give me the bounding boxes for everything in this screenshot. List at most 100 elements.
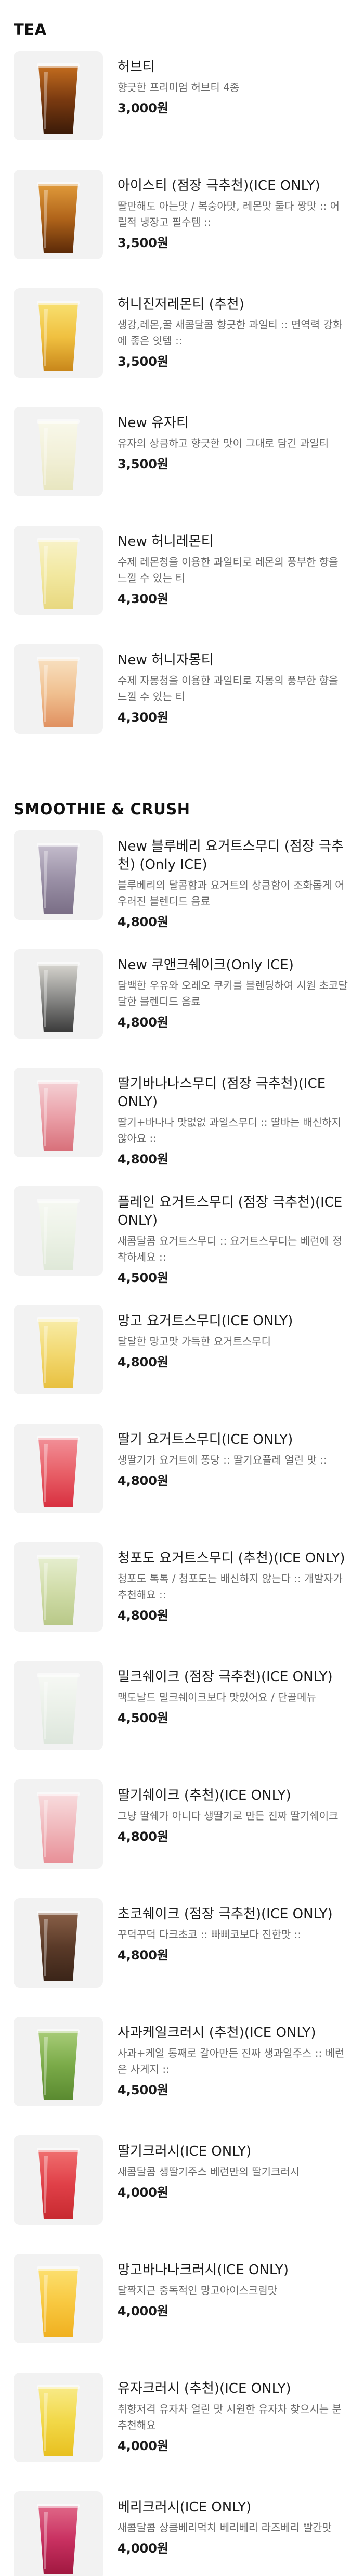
menu-item-name: 딸기바나나스무디 (점장 극추천)(ICE ONLY): [118, 1076, 326, 1110]
honey-grapefruit-tea-icon: [14, 644, 103, 734]
menu-item-info: 딸기쉐이크 (추천)(ICE ONLY) 그냥 딸쉐가 아니다 생딸기로 만든 진…: [118, 1779, 348, 1845]
menu-item[interactable]: 망고 요거트스무디(ICE ONLY) 달달한 망고맛 가득한 요거트스무디 4,8…: [0, 1299, 364, 1417]
cup-rim: [37, 1555, 80, 1559]
menu-item-info: 허니진저레몬티 (추천) 생강,레몬,꿀 새콤달콤 향긋한 과일티 :: 면역력 …: [118, 288, 348, 370]
menu-item-name: 딸기쉐이크 (추천)(ICE ONLY): [118, 1788, 291, 1803]
menu-item-name: New 블루베리 요거트스무디 (점장 극추천) (Only ICE): [118, 839, 344, 873]
menu-item-description: 수제 레몬청을 이용한 과일티로 레몬의 풍부한 향을 느낄 수 있는 티: [118, 556, 339, 584]
menu-item[interactable]: 아이스티 (점장 극추천)(ICE ONLY) 딸만해도 아는맛 / 복숭아맛, …: [0, 163, 364, 282]
menu-item-info: 딸기바나나스무디 (점장 극추천)(ICE ONLY) 딸기+바나나 맛없없 과일…: [118, 1068, 348, 1168]
menu-item-price: 4,300원: [118, 592, 168, 606]
menu-item-info: 사과케일크러시 (추천)(ICE ONLY) 사과+케일 통째로 갈아만든 진짜 …: [118, 2017, 348, 2098]
menu-item[interactable]: New 허니자몽티수제 자몽청을 이용한 과일티로 자몽의 풍부한 향을 느낄 …: [0, 638, 364, 757]
strawberry-yogurt-smoothie-icon: [14, 1424, 103, 1513]
menu-item-price: 4,800원: [118, 1948, 168, 1963]
section-header: SMOOTHIE & CRUSH: [0, 779, 364, 824]
menu-item[interactable]: 허브티 향긋한 프리미엄 허브티 4종 3,000원: [0, 45, 364, 163]
cup-rim: [37, 2266, 80, 2271]
strawberry-crush-icon: [14, 2135, 103, 2225]
menu-item-description: 수제 자몽청을 이용한 과일티로 자몽의 풍부한 향을 느낄 수 있는 티: [118, 674, 339, 703]
menu-item[interactable]: 딸기 요거트스무디(ICE ONLY)생딸기가 요거트에 퐁당 :: 딸기요플레…: [0, 1417, 364, 1536]
menu-item-description: 꾸덕꾸덕 다크초코 :: 빠삐코보다 진한맛 ::: [118, 1928, 302, 1941]
menu-item-info: 아이스티 (점장 극추천)(ICE ONLY) 딸만해도 아는맛 / 복숭아맛, …: [118, 170, 348, 251]
cup-rim: [37, 2504, 80, 2508]
menu-item-price: 4,500원: [118, 1271, 168, 1285]
menu-item-description: 맥도날드 밀크쉐이크보다 맛있어요 / 단골메뉴: [118, 1691, 316, 1703]
menu-item-info: 망고 요거트스무디(ICE ONLY) 달달한 망고맛 가득한 요거트스무디 4,8…: [118, 1305, 348, 1370]
menu-item-price: 3,500원: [118, 354, 168, 369]
menu-item[interactable]: 딸기바나나스무디 (점장 극추천)(ICE ONLY) 딸기+바나나 맛없없 과일…: [0, 1061, 364, 1180]
menu-item[interactable]: 유자크러시 (추천)(ICE ONLY) 취향저격 유자차 얼린 맛 시원한 유자…: [0, 2366, 364, 2485]
menu-item[interactable]: New 유자티 유자의 상큼하고 향긋한 맛이 그대로 담긴 과일티 3,500원: [0, 401, 364, 519]
cup-rim: [37, 962, 80, 966]
menu-item[interactable]: 사과케일크러시 (추천)(ICE ONLY) 사과+케일 통째로 갈아만든 진짜 …: [0, 2010, 364, 2129]
menu-item-info: New 쿠앤크쉐이크(Only ICE) 담백한 우유와 오레오 쿠키를 블렌딩하…: [118, 949, 348, 1031]
menu-item[interactable]: 초코쉐이크 (점장 극추천)(ICE ONLY) 꾸덕꾸덕 다크초코 :: 빠삐코…: [0, 1892, 364, 2010]
menu-item-description: 향긋한 프리미엄 허브티 4종: [118, 81, 240, 94]
menu-item[interactable]: New 쿠앤크쉐이크(Only ICE) 담백한 우유와 오레오 쿠키를 블렌딩하…: [0, 943, 364, 1061]
menu-item-info: New 허니자몽티수제 자몽청을 이용한 과일티로 자몽의 풍부한 향을 느낄 …: [118, 644, 348, 726]
cup-rim: [37, 1911, 80, 1915]
menu-item-name: 딸기 요거트스무디(ICE ONLY): [118, 1432, 293, 1447]
cup-rim: [37, 843, 80, 847]
section-title: TEA: [14, 21, 47, 39]
menu-item[interactable]: 딸기크러시(ICE ONLY) 새콤달콤 생딸기주스 베런만의 딸기크러시 4,00…: [0, 2129, 364, 2248]
menu-item-info: 딸기크러시(ICE ONLY) 새콤달콤 생딸기주스 베런만의 딸기크러시 4,00…: [118, 2135, 348, 2201]
yuja-crush-icon: [14, 2373, 103, 2462]
menu-item-price: 3,500원: [118, 236, 168, 250]
menu-item-description: 취향저격 유자차 얼린 맛 시원한 유자차 찾으시는 분 추천해요: [118, 2403, 342, 2431]
menu-item[interactable]: New 블루베리 요거트스무디 (점장 극추천) (Only ICE) 블루베리의…: [0, 824, 364, 943]
milkshake-icon: [14, 1661, 103, 1750]
cup-rim: [37, 1436, 80, 1440]
menu-item-info: 유자크러시 (추천)(ICE ONLY) 취향저격 유자차 얼린 맛 시원한 유자…: [118, 2373, 348, 2454]
menu-item-name: 망고 요거트스무디(ICE ONLY): [118, 1313, 293, 1329]
apple-kale-crush-icon: [14, 2017, 103, 2106]
menu-item-description: 청포도 톡톡 / 청포도는 배신하지 않는다 :: 개발자가 추천해요 ::: [118, 1572, 343, 1601]
yuja-tea-icon: [14, 407, 103, 496]
plain-yogurt-smoothie-icon: [14, 1186, 103, 1276]
menu-item-info: 플레인 요거트스무디 (점장 극추천)(ICE ONLY) 새콤달콤 요거트스무디…: [118, 1186, 348, 1286]
menu-item-info: 딸기 요거트스무디(ICE ONLY)생딸기가 요거트에 퐁당 :: 딸기요플레…: [118, 1424, 348, 1489]
menu-item[interactable]: 망고바나나크러시(ICE ONLY) 달짝지근 중독적인 망고아이스크림맛 4,00…: [0, 2248, 364, 2366]
menu-item-name: 아이스티 (점장 극추천)(ICE ONLY): [118, 178, 320, 194]
cup-rim: [37, 538, 80, 542]
menu-item-name: New 쿠앤크쉐이크(Only ICE): [118, 957, 294, 973]
menu-item[interactable]: 밀크쉐이크 (점장 극추천)(ICE ONLY) 맥도날드 밀크쉐이크보다 맛있어…: [0, 1655, 364, 1773]
menu-item-info: New 유자티 유자의 상큼하고 향긋한 맛이 그대로 담긴 과일티 3,500원: [118, 407, 348, 472]
menu-item-price: 4,000원: [118, 2185, 168, 2200]
cup-rim: [37, 2148, 80, 2152]
cup-rim: [37, 301, 80, 305]
menu-item-name: 밀크쉐이크 (점장 극추천)(ICE ONLY): [118, 1669, 333, 1685]
menu-item-price: 4,000원: [118, 2304, 168, 2318]
menu-item-info: 허브티 향긋한 프리미엄 허브티 4종 3,000원: [118, 51, 348, 117]
menu-item[interactable]: 플레인 요거트스무디 (점장 극추천)(ICE ONLY) 새콤달콤 요거트스무디…: [0, 1180, 364, 1299]
menu-item-name: New 허니레몬티: [118, 534, 214, 549]
menu-item-description: 유자의 상큼하고 향긋한 맛이 그대로 담긴 과일티: [118, 437, 329, 450]
menu-item-description: 담백한 우유와 오레오 쿠키를 블렌딩하여 시원 초코달달한 블렌디드 음료: [118, 979, 348, 1008]
menu-item-name: 청포도 요거트스무디 (추천)(ICE ONLY): [118, 1550, 345, 1566]
strawberry-banana-smoothie-icon: [14, 1068, 103, 1157]
menu-item-name: New 허니자몽티: [118, 652, 214, 668]
menu-item-name: 딸기크러시(ICE ONLY): [118, 2144, 252, 2159]
menu-item-price: 4,800원: [118, 1829, 168, 1844]
menu-item[interactable]: New 허니레몬티수제 레몬청을 이용한 과일티로 레몬의 풍부한 향을 느낄 …: [0, 519, 364, 638]
iced-tea-icon: [14, 170, 103, 259]
chocolate-shake-icon: [14, 1898, 103, 1988]
menu-item-description: 생강,레몬,꿀 새콤달콤 향긋한 과일티 :: 면역력 강화에 좋은 잇템 ::: [118, 318, 343, 347]
menu-item-price: 4,500원: [118, 2083, 168, 2097]
menu-item[interactable]: 딸기쉐이크 (추천)(ICE ONLY) 그냥 딸쉐가 아니다 생딸기로 만든 진…: [0, 1773, 364, 1892]
cup-rim: [37, 419, 80, 424]
menu-item-description: 생딸기가 요거트에 퐁당 :: 딸기요플레 얼린 맛 ::: [118, 1454, 327, 1466]
cup-rim: [37, 1317, 80, 1322]
menu-item[interactable]: 베리크러시(ICE ONLY) 새콤달콤 상큼베리먹치 베리베리 라즈베리 빨간맛…: [0, 2485, 364, 2576]
menu-item-description: 블루베리의 달콤함과 요거트의 상큼함이 조화롭게 어우러진 블렌디드 음료: [118, 879, 345, 907]
green-grape-yogurt-smoothie-icon: [14, 1542, 103, 1632]
menu-item[interactable]: 허니진저레몬티 (추천) 생강,레몬,꿀 새콤달콤 향긋한 과일티 :: 면역력 …: [0, 282, 364, 401]
menu-item[interactable]: 청포도 요거트스무디 (추천)(ICE ONLY) 청포도 톡톡 / 청포도는 배…: [0, 1536, 364, 1655]
menu-item-price: 4,800원: [118, 1355, 168, 1369]
cup-rim: [37, 1080, 80, 1084]
mango-banana-crush-icon: [14, 2254, 103, 2343]
honey-lemon-tea-icon: [14, 526, 103, 615]
menu-item-description: 딸기+바나나 맛없없 과일스무디 :: 딸바는 배신하지않아요 ::: [118, 1116, 342, 1145]
menu-item-info: 초코쉐이크 (점장 극추천)(ICE ONLY) 꾸덕꾸덕 다크초코 :: 빠삐코…: [118, 1898, 348, 1964]
